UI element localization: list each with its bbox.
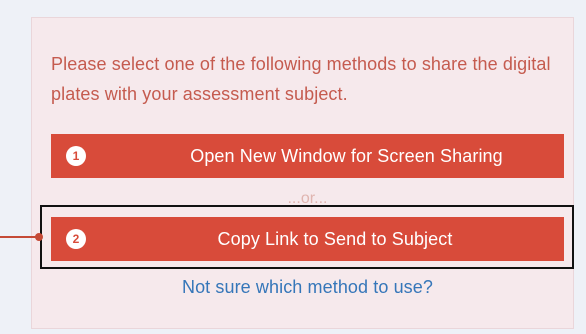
callout-line [0, 236, 38, 238]
callout-dot [35, 233, 43, 241]
open-screen-sharing-window-button[interactable]: 1 Open New Window for Screen Sharing [51, 134, 564, 178]
share-instructions: Please select one of the following metho… [51, 54, 551, 104]
copy-link-label: Copy Link to Send to Subject [217, 229, 453, 249]
or-separator: ...or... [287, 190, 328, 207]
open-screen-sharing-window-label: Open New Window for Screen Sharing [190, 146, 503, 166]
method-help-link[interactable]: Not sure which method to use? [51, 272, 564, 302]
copy-link-button[interactable]: 2 Copy Link to Send to Subject [51, 217, 564, 261]
